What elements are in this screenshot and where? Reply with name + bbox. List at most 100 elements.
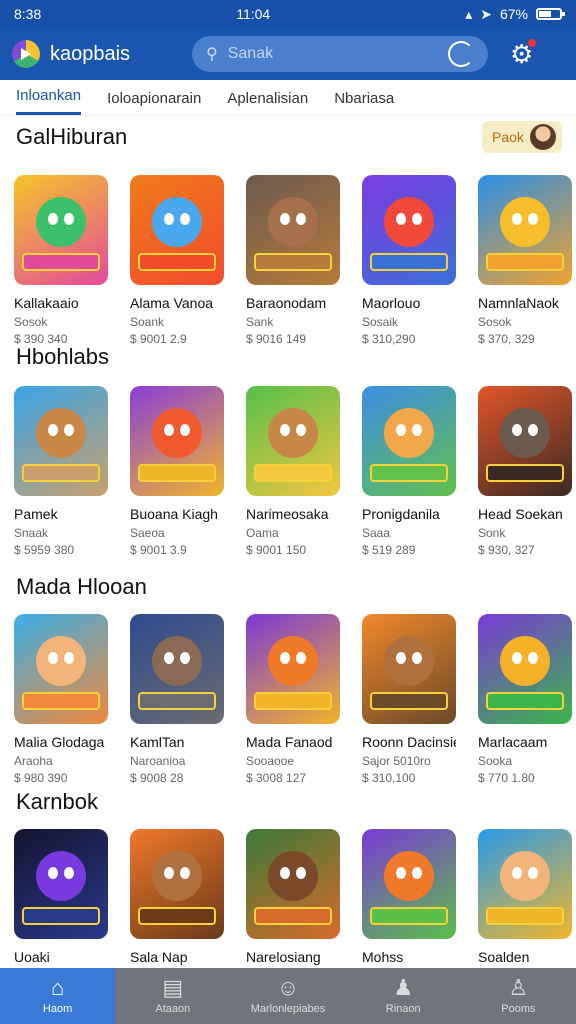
app-card[interactable]: NamnlaNaok Sosok $ 370, 329 [478, 175, 572, 346]
app-thumbnail[interactable] [362, 386, 456, 496]
people-icon: ♟ [393, 975, 414, 1000]
character-icon [152, 408, 202, 458]
app-card[interactable]: Roonn Dacinsie Sajor 5010ro $ 310,100 [362, 614, 456, 785]
app-card[interactable]: Buoana Kiagh Saeoa $ 9001 3.9 [130, 386, 224, 557]
eye-shape [396, 867, 406, 879]
app-name: Uoaki [14, 949, 50, 965]
app-thumbnail[interactable] [478, 175, 572, 285]
eye-shape [48, 867, 58, 879]
app-card[interactable]: Narelosiang [246, 829, 340, 969]
app-card[interactable]: Pronigdanila Saaa $ 519 289 [362, 386, 456, 557]
search-input[interactable] [227, 45, 438, 63]
character-icon [500, 851, 550, 901]
app-thumbnail[interactable] [478, 386, 572, 496]
eye-shape [164, 867, 174, 879]
app-name: Marlacaam [478, 734, 548, 750]
promo-button[interactable]: Paok [482, 121, 562, 153]
person-icon: ♙ [508, 975, 529, 1000]
section-title: Karnbok [16, 789, 98, 814]
app-card[interactable]: Pamek Snaak $ 5959 380 [14, 386, 108, 557]
eye-shape [180, 213, 190, 225]
eye-shape [528, 867, 538, 879]
app-thumbnail[interactable] [362, 175, 456, 285]
app-logo-icon[interactable] [12, 40, 40, 68]
home-icon: ⌂ [50, 975, 65, 1000]
app-developer: Saaa [362, 526, 391, 540]
eye-shape [396, 652, 406, 664]
app-name: Head Soekan [478, 506, 563, 522]
promo-label: Paok [492, 129, 524, 145]
app-card[interactable]: Narimeosaka Oama $ 9001 150 [246, 386, 340, 557]
eye-shape [296, 652, 306, 664]
app-card[interactable]: KamlTan Naroanioa $ 9008 28 [130, 614, 224, 785]
app-card[interactable]: Kallakaaio Sosok $ 390 340 [14, 175, 108, 346]
search-bar[interactable]: ⚲ [192, 36, 488, 72]
nav-item-3[interactable]: ☺ Marlonlepiabes [230, 968, 345, 1024]
app-card[interactable]: Sala Nap [130, 829, 224, 969]
app-thumbnail[interactable] [130, 175, 224, 285]
character-icon [36, 636, 86, 686]
app-thumbnail[interactable] [246, 829, 340, 939]
nav-item-home[interactable]: ⌂ Haom [0, 968, 116, 1024]
app-thumbnail[interactable] [246, 175, 340, 285]
app-price: $ 9008 28 [130, 771, 184, 785]
nav-item-2[interactable]: ▤ Ataaon [115, 968, 230, 1024]
app-thumbnail[interactable] [14, 614, 108, 724]
title-banner [138, 907, 216, 925]
app-card[interactable]: Mohss [362, 829, 456, 969]
app-card[interactable]: Marlacaam Sooka $ 770 1.80 [478, 614, 572, 785]
app-thumbnail[interactable] [478, 829, 572, 939]
settings-button[interactable]: ⚙ [510, 39, 537, 67]
app-developer: Sank [246, 315, 274, 329]
title-banner [22, 464, 100, 482]
tab-2[interactable]: Ioloapionarain [107, 90, 201, 115]
app-developer: Sooaooe [246, 754, 295, 768]
app-thumbnail[interactable] [130, 386, 224, 496]
eye-shape [64, 213, 74, 225]
eye-shape [48, 424, 58, 436]
app-card[interactable]: Soalden [478, 829, 572, 969]
app-thumbnail[interactable] [14, 829, 108, 939]
app-thumbnail[interactable] [362, 614, 456, 724]
title-banner [254, 692, 332, 710]
avatar [530, 124, 556, 150]
eye-shape [528, 652, 538, 664]
character-icon [384, 636, 434, 686]
app-card[interactable]: Uoaki [14, 829, 108, 969]
app-price: $ 9001 2.9 [130, 332, 187, 346]
app-thumbnail[interactable] [478, 614, 572, 724]
app-developer: Oama [246, 526, 279, 540]
nav-item-5[interactable]: ♙ Pooms [461, 968, 576, 1024]
app-thumbnail[interactable] [130, 614, 224, 724]
app-name: Soalden [478, 949, 530, 965]
app-developer: Saeoa [130, 526, 165, 540]
refresh-icon[interactable] [448, 41, 474, 67]
tab-1[interactable]: Inloankan [16, 87, 82, 115]
title-banner [22, 907, 100, 925]
app-card[interactable]: Maorlouo Sosaik $ 310,290 [362, 175, 456, 346]
character-icon [152, 851, 202, 901]
app-card[interactable]: Head Soekan Sonk $ 930, 327 [478, 386, 572, 557]
nav-item-4[interactable]: ♟ Rinaon [346, 968, 461, 1024]
app-name: Sala Nap [130, 949, 188, 965]
character-icon [152, 636, 202, 686]
app-thumbnail[interactable] [246, 614, 340, 724]
app-card[interactable]: Malia Glodaga Araoha $ 980 390 [14, 614, 108, 785]
app-card[interactable]: Baraonodam Sank $ 9016 149 [246, 175, 340, 346]
app-price: $ 9001 150 [246, 543, 307, 557]
app-grid: Malia Glodaga Araoha $ 980 390 KamlTan Naroa… [14, 614, 574, 785]
app-thumbnail[interactable] [14, 386, 108, 496]
eye-shape [180, 652, 190, 664]
app-thumbnail[interactable] [362, 829, 456, 939]
app-grid: Uoaki Sala Nap Narelosiang Mohss Soalden [14, 829, 574, 969]
app-card[interactable]: Mada Fanaod Sooaooe $ 3008 127 [246, 614, 340, 785]
app-card[interactable]: Alama Vanoa Soank $ 9001 2.9 [130, 175, 224, 346]
app-thumbnail[interactable] [246, 386, 340, 496]
app-thumbnail[interactable] [130, 829, 224, 939]
eye-shape [396, 424, 406, 436]
tab-4[interactable]: Nbariasa [334, 90, 394, 115]
eye-shape [280, 867, 290, 879]
app-thumbnail[interactable] [14, 175, 108, 285]
bottom-nav: ⌂ Haom ▤ Ataaon ☺ Marlonlepiabes ♟ Rinao… [0, 968, 576, 1024]
tab-3[interactable]: Aplenalisian [227, 90, 308, 115]
